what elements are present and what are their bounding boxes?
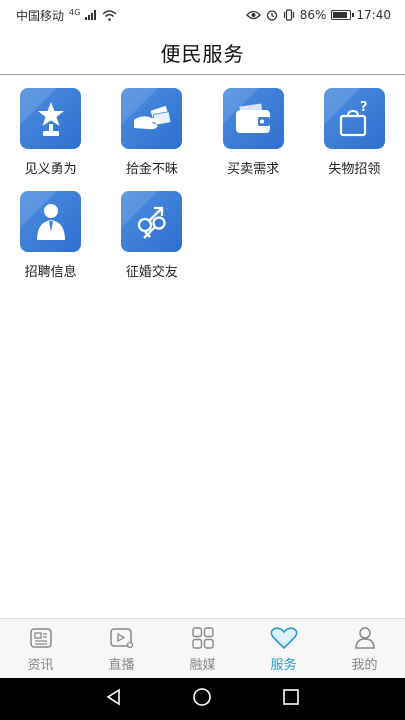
- heart-icon: [270, 625, 298, 651]
- tab-label: 直播: [108, 658, 135, 673]
- service-label: 招聘信息: [24, 265, 77, 280]
- tab-label: 融媒: [189, 658, 216, 673]
- services-grid: 见义勇为 拾金不昧 买卖需求 ? 失物招领 招聘信息 征婚交友: [0, 88, 405, 294]
- tab-media[interactable]: 融媒: [162, 619, 243, 679]
- tab-label: 资讯: [27, 658, 54, 673]
- service-label: 买卖需求: [227, 162, 280, 177]
- clock: 17:40: [356, 8, 391, 22]
- home-icon[interactable]: [192, 687, 212, 711]
- bottom-nav: 资讯 直播 融媒 服务 我的: [0, 618, 405, 679]
- battery-icon: [331, 10, 355, 20]
- person-suit-icon: [20, 191, 82, 252]
- tab-news[interactable]: 资讯: [0, 619, 81, 679]
- service-label: 征婚交友: [125, 265, 178, 280]
- service-zhenghunjiaoyou[interactable]: 征婚交友: [101, 191, 202, 294]
- live-video-icon: [109, 625, 135, 651]
- network-type: 4G: [69, 7, 81, 17]
- news-icon: [29, 625, 53, 651]
- hand-money-icon: [121, 88, 183, 149]
- wifi-icon: [102, 9, 117, 21]
- service-label: 失物招领: [328, 162, 381, 177]
- service-label: 见义勇为: [24, 162, 77, 177]
- tab-service[interactable]: 服务: [243, 619, 324, 679]
- tab-live[interactable]: 直播: [81, 619, 162, 679]
- header: 便民服务: [0, 30, 405, 75]
- service-shiwuzhaoling[interactable]: ? 失物招领: [304, 88, 405, 191]
- status-bar: 中国移动 4G 86% 17:40: [0, 0, 405, 30]
- service-shijinbumei[interactable]: 拾金不昧: [101, 88, 202, 191]
- tab-label: 服务: [270, 658, 297, 673]
- wallet-icon: [222, 88, 284, 149]
- svg-text:?: ?: [360, 100, 368, 115]
- battery-percent: 86%: [299, 8, 327, 22]
- service-jianyiyongwei[interactable]: 见义勇为: [0, 88, 101, 191]
- eye-icon: [245, 10, 261, 20]
- status-right: 86% 17:40: [245, 8, 391, 22]
- service-maimaixuqiu[interactable]: 买卖需求: [203, 88, 304, 191]
- service-zhaopinxinxi[interactable]: 招聘信息: [0, 191, 101, 294]
- back-icon[interactable]: [105, 688, 123, 710]
- battery-level: [333, 12, 348, 18]
- service-label: 拾金不昧: [125, 162, 178, 177]
- status-left: 中国移动 4G: [16, 7, 117, 24]
- carrier-name: 中国移动: [16, 8, 65, 23]
- tab-label: 我的: [351, 658, 378, 673]
- grid-apps-icon: [191, 625, 215, 651]
- page-title: 便民服务: [160, 41, 245, 66]
- trophy-star-icon: [20, 88, 82, 149]
- recents-icon[interactable]: [282, 688, 300, 710]
- person-icon: [354, 625, 376, 651]
- gender-symbols-icon: [121, 191, 183, 252]
- tab-mine[interactable]: 我的: [324, 619, 405, 679]
- system-nav-bar: [0, 678, 405, 720]
- lost-bag-icon: ?: [323, 88, 385, 149]
- signal-icon: [85, 10, 97, 20]
- alarm-icon: [266, 9, 278, 21]
- vibrate-icon: [283, 9, 295, 21]
